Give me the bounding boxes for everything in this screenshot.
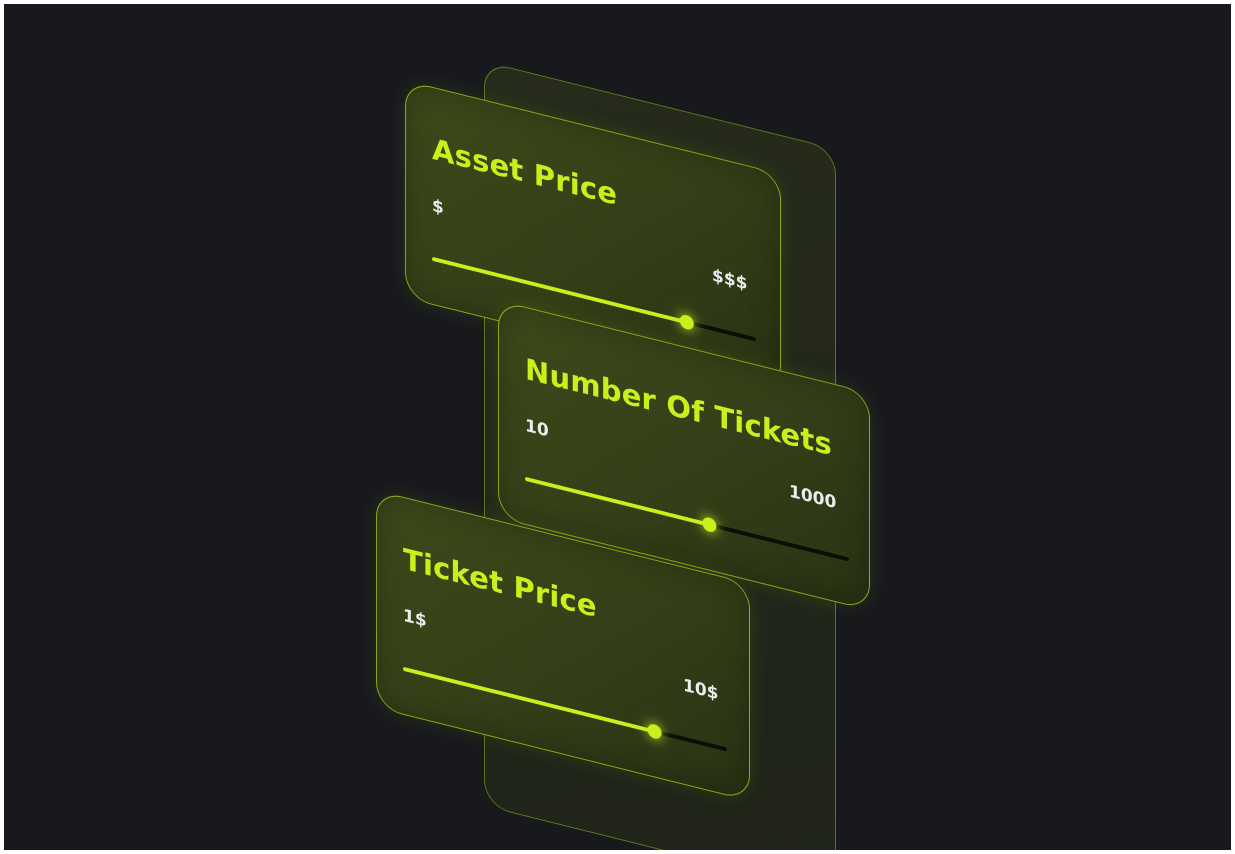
number-of-tickets-fill bbox=[525, 477, 712, 527]
ticket-price-thumb[interactable] bbox=[647, 723, 662, 740]
asset-price-thumb[interactable] bbox=[679, 314, 694, 331]
canvas: Asset Price $ $$$ Number Of Tickets 10 1… bbox=[4, 4, 1231, 850]
ticket-price-fill bbox=[403, 667, 657, 734]
asset-price-fill bbox=[432, 257, 689, 325]
number-of-tickets-thumb[interactable] bbox=[702, 516, 717, 533]
